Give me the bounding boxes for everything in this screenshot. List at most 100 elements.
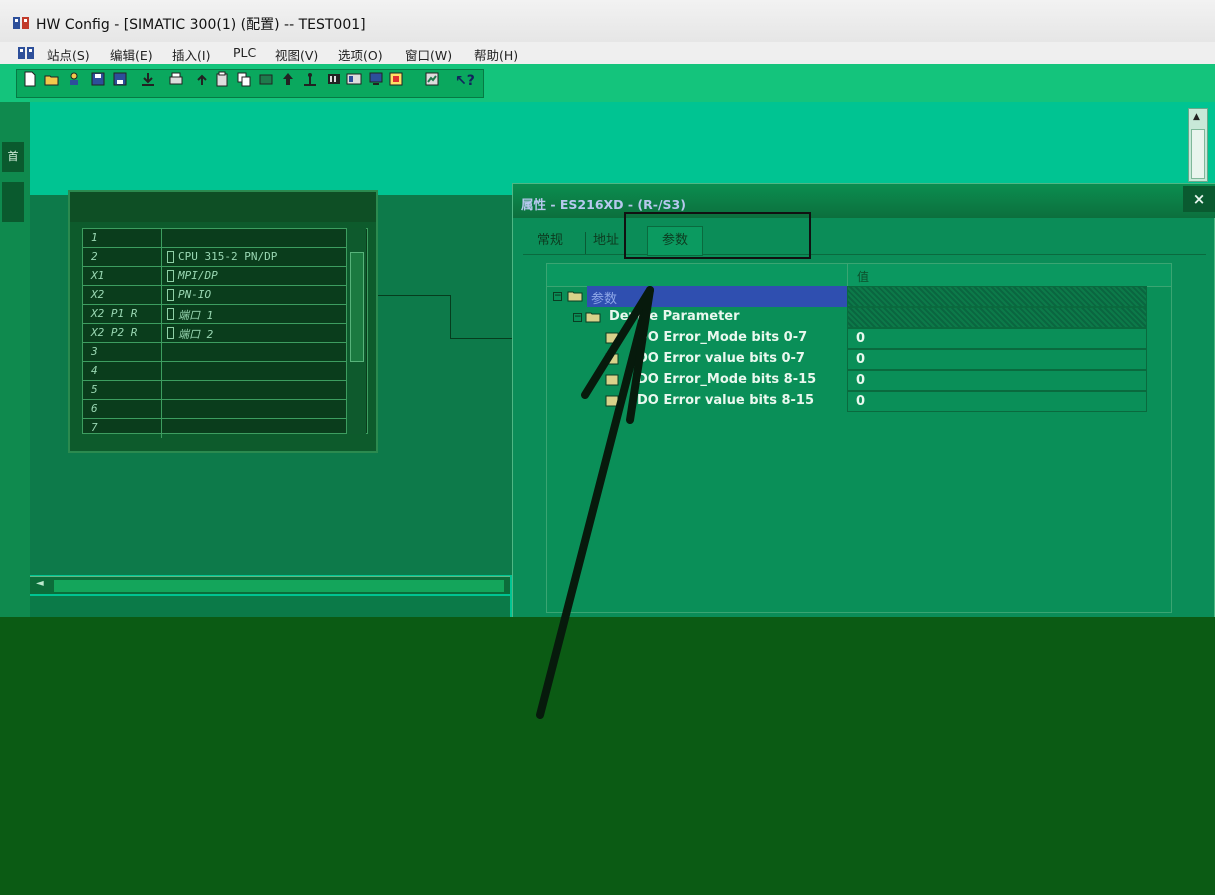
folder-icon — [567, 291, 583, 302]
rack-module: MPI/DP — [178, 269, 218, 282]
rack-slot: 2 — [91, 250, 98, 263]
rack-row[interactable]: 1 — [83, 229, 351, 248]
save-icon[interactable] — [90, 71, 106, 87]
window-title: HW Config - [SIMATIC 300(1) (配置) -- TEST… — [36, 17, 366, 33]
rack-title-bar[interactable] — [70, 192, 376, 222]
rack-scroll-thumb[interactable] — [350, 252, 364, 362]
horizontal-scroll-thumb[interactable] — [54, 580, 504, 592]
param-value[interactable]: 0 — [847, 370, 1147, 391]
up-icon[interactable] — [280, 71, 296, 87]
rack-slot: X2 P2 R — [91, 326, 138, 339]
rack-row[interactable]: X1 MPI/DP — [83, 267, 351, 286]
module-icon — [167, 270, 174, 282]
title-bar: HW Config - [SIMATIC 300(1) (配置) -- TEST… — [0, 0, 1215, 43]
menu-station[interactable]: 站点(S) — [47, 45, 90, 64]
param-name: DO Error value bits 0-7 — [637, 351, 805, 366]
menu-help[interactable]: 帮助(H) — [474, 45, 518, 64]
tab-general[interactable]: 常规 — [537, 228, 563, 254]
rack-slot: 7 — [91, 421, 98, 434]
value-column-header[interactable]: 值 — [857, 268, 869, 285]
rack-row[interactable]: X2 P2 R 端口 2 — [83, 324, 351, 343]
rack-row[interactable]: 5 — [83, 381, 351, 400]
rack-module: PN-IO — [178, 288, 212, 301]
save-compile-icon[interactable] — [112, 71, 128, 87]
tab-highlight-annotation — [624, 212, 811, 259]
param-value[interactable]: 0 — [847, 391, 1147, 412]
menu-edit[interactable]: 编辑(E) — [110, 45, 153, 64]
left-panel-tab[interactable]: 首 — [2, 142, 24, 172]
menu-options[interactable]: 选项(O) — [338, 45, 383, 64]
param-value — [847, 307, 1147, 328]
copy-icon[interactable] — [236, 71, 252, 87]
rack-module: CPU 315-2 PN/DP — [178, 250, 278, 263]
monitor-icon[interactable] — [368, 71, 384, 87]
param-value — [847, 286, 1147, 307]
print-icon[interactable] — [168, 71, 184, 87]
network-icon[interactable] — [302, 71, 318, 87]
tab-separator — [585, 232, 586, 254]
rack-row[interactable]: 2 CPU 315-2 PN/DP — [83, 248, 351, 267]
diagnose-icon[interactable] — [388, 71, 404, 87]
menu-window[interactable]: 窗口(W) — [405, 45, 452, 64]
new-icon[interactable] — [22, 71, 38, 87]
collapse-icon[interactable]: − — [553, 292, 562, 301]
param-row-device-parameter[interactable]: − Device Parameter — [547, 307, 1147, 328]
network-connector-line — [450, 295, 451, 339]
rack-row[interactable]: X2 PN-IO — [83, 286, 351, 305]
parameter-icon — [605, 353, 619, 365]
parameter-icon — [605, 374, 619, 386]
station-icon[interactable] — [346, 71, 362, 87]
rack-slot: 4 — [91, 364, 98, 377]
pointer-help-icon: ↖ — [455, 73, 467, 89]
param-row-root[interactable]: − 参数 — [547, 286, 1147, 307]
rack-row[interactable]: X2 P1 R 端口 1 — [83, 305, 351, 324]
rack-window[interactable]: 1 2 CPU 315-2 PN/DP X1 MPI/DP X2 PN-IO X2 P… — [68, 190, 378, 453]
menu-insert[interactable]: 插入(I) — [172, 45, 210, 64]
close-button[interactable]: × — [1183, 186, 1215, 212]
module-icon — [167, 327, 174, 339]
upload-icon[interactable] — [194, 71, 210, 87]
rack-row[interactable]: 3 — [83, 343, 351, 362]
param-value[interactable]: 0 — [847, 349, 1147, 370]
catalog-icon[interactable] — [424, 71, 440, 87]
rack-row[interactable]: 6 — [83, 400, 351, 419]
detail-view-pane — [30, 596, 510, 618]
rack-row[interactable]: 7 — [83, 419, 351, 438]
rack-slot: 6 — [91, 402, 98, 415]
station-horizontal-scrollbar[interactable]: ◄ — [30, 576, 510, 594]
rack-slot: X2 — [91, 288, 105, 301]
header-divider[interactable] — [847, 264, 848, 286]
param-name: Device Parameter — [609, 309, 740, 324]
paste-icon[interactable] — [214, 71, 230, 87]
param-row[interactable]: DO Error value bits 8-15 0 — [547, 391, 1147, 412]
insert-module-icon[interactable] — [258, 71, 274, 87]
left-panel-tab-2[interactable] — [2, 182, 24, 222]
scroll-left-arrow-icon[interactable]: ◄ — [36, 578, 44, 589]
menu-plc[interactable]: PLC — [233, 45, 256, 60]
scroll-up-arrow-icon[interactable]: ▲ — [1193, 112, 1200, 122]
rack-icon[interactable] — [326, 71, 342, 87]
rack-scrollbar[interactable] — [346, 228, 366, 434]
context-help-button[interactable]: ↖? — [455, 73, 475, 89]
rack-slot: X1 — [91, 269, 105, 282]
menu-view[interactable]: 视图(V) — [275, 45, 318, 64]
network-connector-line — [378, 295, 450, 296]
status-area — [0, 725, 1215, 895]
param-row[interactable]: DO Error_Mode bits 8-15 0 — [547, 370, 1147, 391]
param-name: 参数 — [587, 286, 849, 307]
open-icon[interactable] — [44, 71, 60, 87]
tab-address[interactable]: 地址 — [593, 228, 619, 254]
accessible-nodes-icon[interactable] — [66, 71, 82, 87]
document-menu-icon[interactable] — [17, 45, 35, 61]
hardware-catalog-area — [0, 617, 1215, 725]
param-row[interactable]: DO Error_Mode bits 0-7 0 — [547, 328, 1147, 349]
scroll-thumb[interactable] — [1191, 129, 1205, 179]
download-icon[interactable] — [140, 71, 156, 87]
param-value[interactable]: 0 — [847, 328, 1147, 349]
collapse-icon[interactable]: − — [573, 313, 582, 322]
menu-bar: 站点(S) 编辑(E) 插入(I) PLC 视图(V) 选项(O) 窗口(W) … — [0, 42, 1215, 64]
param-row[interactable]: DO Error value bits 0-7 0 — [547, 349, 1147, 370]
module-icon — [167, 251, 174, 263]
workspace-vertical-scrollbar[interactable]: ▲ — [1188, 108, 1208, 182]
rack-row[interactable]: 4 — [83, 362, 351, 381]
